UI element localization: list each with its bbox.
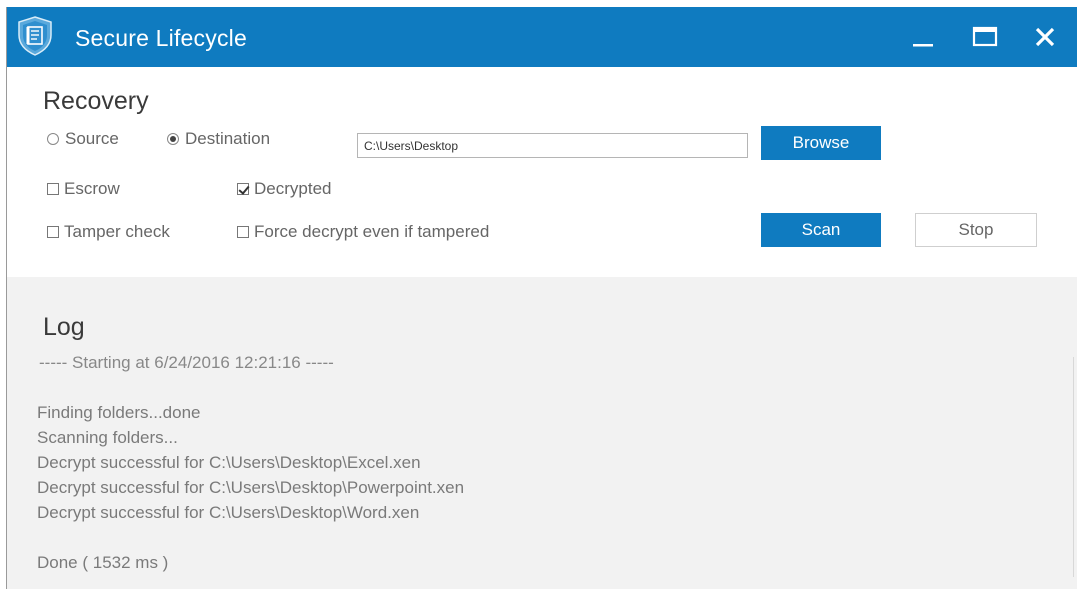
minimize-button[interactable]: [901, 17, 945, 57]
log-line: Finding folders...done: [37, 403, 201, 422]
force-decrypt-box[interactable]: [237, 226, 249, 238]
decrypted-checkbox-box[interactable]: [237, 183, 249, 195]
decrypted-checkbox[interactable]: Decrypted: [237, 179, 331, 199]
recovery-panel: Recovery Source Destination Browse Escro…: [7, 67, 1077, 277]
scan-button[interactable]: Scan: [761, 213, 881, 247]
tamper-check-checkbox[interactable]: Tamper check: [47, 222, 170, 242]
browse-button[interactable]: Browse: [761, 126, 881, 160]
window-title: Secure Lifecycle: [75, 25, 247, 51]
source-radio-indicator[interactable]: [47, 133, 59, 145]
destination-label: Destination: [185, 129, 271, 148]
log-title: Log: [43, 313, 85, 341]
maximize-icon: [972, 26, 998, 47]
minimize-icon: [913, 44, 933, 47]
log-done: Done ( 1532 ms ): [37, 553, 169, 572]
log-line: Decrypt successful for C:\Users\Desktop\…: [37, 503, 420, 522]
maximize-button[interactable]: [963, 17, 1007, 57]
force-decrypt-checkbox[interactable]: Force decrypt even if tampered: [237, 222, 489, 242]
decrypted-label: Decrypted: [254, 179, 332, 198]
log-scrollbar[interactable]: [1073, 357, 1074, 577]
path-input[interactable]: [357, 133, 748, 158]
log-line: Decrypt successful for C:\Users\Desktop\…: [37, 478, 465, 497]
log-line: Scanning folders...: [37, 428, 178, 447]
log-panel: Log ----- Starting at 6/24/2016 12:21:16…: [7, 277, 1077, 589]
escrow-label: Escrow: [64, 179, 120, 198]
log-header: ----- Starting at 6/24/2016 12:21:16 ---…: [39, 353, 334, 372]
force-decrypt-label: Force decrypt even if tampered: [254, 222, 490, 241]
close-button[interactable]: [1023, 17, 1067, 57]
close-icon: [1035, 27, 1055, 47]
destination-radio-indicator[interactable]: [167, 133, 179, 145]
stop-button[interactable]: Stop: [915, 213, 1037, 247]
title-bar[interactable]: Secure Lifecycle: [7, 7, 1077, 67]
tamper-check-label: Tamper check: [64, 222, 170, 241]
tamper-check-box[interactable]: [47, 226, 59, 238]
escrow-checkbox[interactable]: Escrow: [47, 179, 120, 199]
shield-document-icon: [18, 16, 52, 56]
escrow-checkbox-box[interactable]: [47, 183, 59, 195]
source-radio[interactable]: Source: [47, 129, 119, 149]
app-window: Secure Lifecycle Recovery Source Destina…: [6, 7, 1077, 589]
recovery-title: Recovery: [43, 87, 149, 115]
log-line: Decrypt successful for C:\Users\Desktop\…: [37, 453, 421, 472]
destination-radio[interactable]: Destination: [167, 129, 270, 149]
source-label: Source: [65, 129, 119, 148]
